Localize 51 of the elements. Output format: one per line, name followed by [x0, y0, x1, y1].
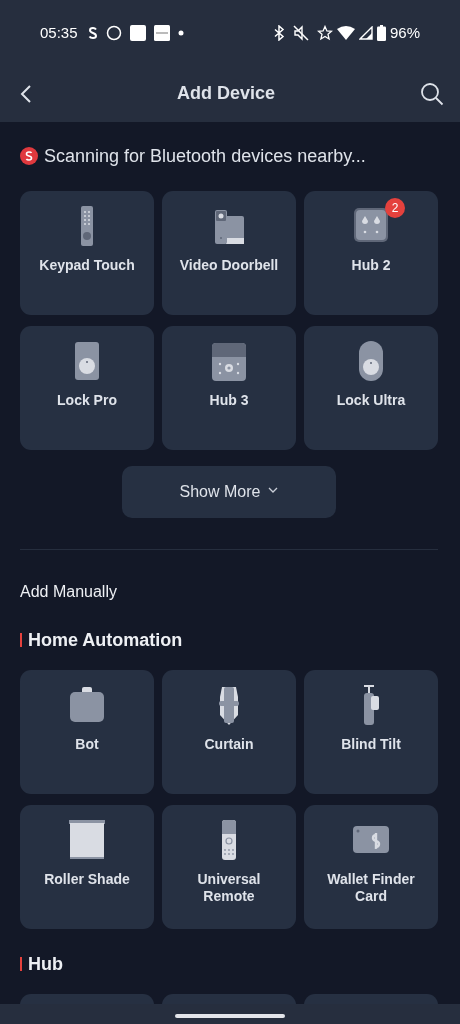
category-heading: Hub	[28, 953, 63, 975]
device-card[interactable]: Bot	[20, 670, 154, 794]
search-button[interactable]	[420, 81, 444, 106]
device-name: Roller Shade	[44, 871, 130, 888]
device-card[interactable]: Lock Pro	[20, 326, 154, 450]
device-name: Universal Remote	[196, 871, 262, 905]
back-button[interactable]	[20, 83, 32, 104]
accent-bar	[20, 957, 22, 971]
device-card[interactable]: Universal Remote	[162, 805, 296, 929]
device-name: Wallet Finder Card	[326, 871, 416, 905]
page-title: Add Device	[176, 83, 275, 104]
device-card[interactable]: Blind Tilt	[304, 670, 438, 794]
wifi-icon	[336, 25, 355, 40]
device-name: Bot	[75, 736, 99, 753]
device-card[interactable]: Keypad Touch	[20, 191, 154, 315]
device-name: Hub 3	[209, 392, 249, 409]
device-name: Lock Ultra	[336, 392, 406, 409]
scanning-icon	[20, 147, 38, 165]
scanning-message: Scanning for Bluetooth devices nearby...	[44, 145, 366, 167]
device-card[interactable]: Curtain	[162, 670, 296, 794]
search-icon	[420, 81, 444, 106]
accent-bar	[20, 633, 22, 647]
keypad-icon	[80, 204, 94, 248]
mute-icon	[292, 24, 309, 41]
device-card[interactable]: Video Doorbell	[162, 191, 296, 315]
count-badge: 2	[385, 198, 405, 218]
device-card[interactable]: Hub 3	[162, 326, 296, 450]
clock: 05:35	[40, 24, 78, 41]
device-name: Blind Tilt	[341, 736, 401, 753]
bluetooth-icon	[272, 24, 285, 41]
show-more-button[interactable]: Show More	[122, 466, 336, 518]
blind-tilt-icon	[362, 683, 380, 727]
device-name: Video Doorbell	[179, 257, 279, 274]
device-card[interactable]: Lock Ultra	[304, 326, 438, 450]
device-card[interactable]: Roller Shade	[20, 805, 154, 929]
device-name: Curtain	[204, 736, 254, 753]
signal-icon	[358, 25, 373, 40]
dot-icon	[177, 29, 184, 36]
category-heading: Home Automation	[28, 629, 183, 651]
star-icon	[316, 24, 333, 41]
device-card[interactable]: Wallet Finder Card	[304, 805, 438, 929]
device-card[interactable]: 2 Hub 2	[304, 191, 438, 315]
device-name: Lock Pro	[57, 392, 117, 409]
battery-icon	[376, 24, 386, 41]
device-name: Keypad Touch	[39, 257, 135, 274]
home-handle[interactable]	[175, 1014, 285, 1018]
device-name: Hub 2	[351, 257, 391, 274]
chevron-down-icon	[268, 487, 279, 493]
battery-percentage: 96%	[389, 24, 420, 41]
section-title: Add Manually	[20, 582, 118, 602]
back-icon	[20, 83, 32, 104]
